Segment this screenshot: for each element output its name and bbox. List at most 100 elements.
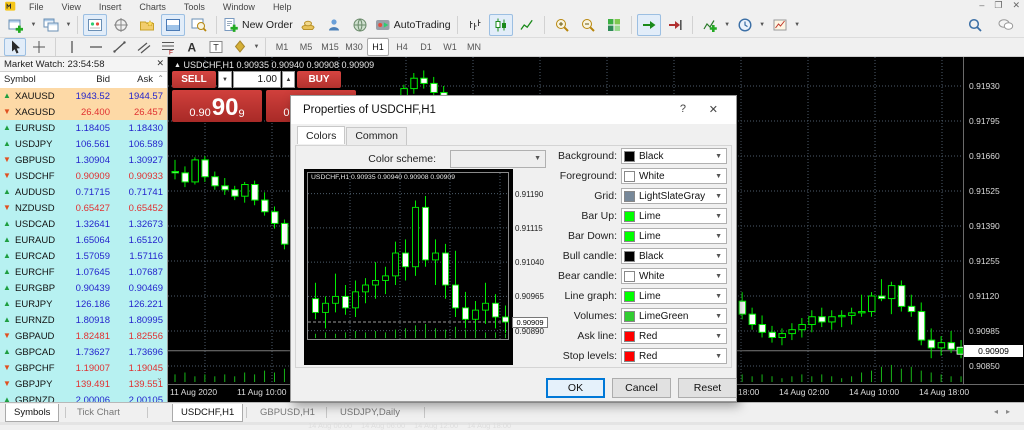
- arrows-button[interactable]: [229, 38, 251, 56]
- arrows-dropdown-icon[interactable]: ▼: [252, 37, 261, 57]
- reset-button[interactable]: Reset: [678, 378, 737, 398]
- tab-scroll-arrows[interactable]: ◂▸: [994, 407, 1018, 416]
- terminal-button[interactable]: [161, 14, 185, 36]
- chart-close-button[interactable]: ✕: [1012, 0, 1020, 11]
- periods-button[interactable]: [733, 14, 757, 36]
- new-chart-dropdown-icon[interactable]: ▼: [29, 15, 38, 35]
- tab-scroll-right-icon[interactable]: ▸: [1006, 407, 1018, 416]
- bar-chart-button[interactable]: [463, 14, 487, 36]
- profiles-dropdown-icon[interactable]: ▼: [64, 15, 73, 35]
- periods-dropdown-icon[interactable]: ▼: [758, 15, 767, 35]
- chart-minimize-button[interactable]: –: [979, 0, 984, 11]
- metaeditor-button[interactable]: [322, 14, 346, 36]
- zoom-out-button[interactable]: [576, 14, 600, 36]
- dialog-close-button[interactable]: ✕: [709, 103, 718, 116]
- field-select[interactable]: Lime ▼: [621, 208, 727, 224]
- equidistant-channel-button[interactable]: [133, 38, 155, 56]
- volume-up-icon[interactable]: ▲: [282, 71, 295, 88]
- cancel-button[interactable]: Cancel: [612, 378, 671, 398]
- panel-tab-symbols[interactable]: Symbols: [5, 404, 60, 422]
- chart-shift-button[interactable]: [663, 14, 687, 36]
- market-watch-close-icon[interactable]: ✕: [156, 58, 164, 69]
- fibonacci-button[interactable]: F: [157, 38, 179, 56]
- menu-file[interactable]: File: [20, 2, 53, 12]
- market-watch-row-eurjpy[interactable]: ▲ EURJPY 126.186 126.221: [0, 296, 167, 312]
- menu-charts[interactable]: Charts: [130, 2, 175, 12]
- col-ask[interactable]: Ask: [113, 74, 153, 85]
- field-select[interactable]: White ▼: [621, 168, 727, 184]
- dialog-help-button[interactable]: ?: [680, 103, 686, 115]
- timeframe-m5-button[interactable]: M5: [295, 38, 317, 56]
- scroll-down-icon[interactable]: ⌄: [156, 373, 163, 382]
- timeframe-d1-button[interactable]: D1: [415, 38, 437, 56]
- data-window-button[interactable]: [109, 14, 133, 36]
- market-watch-row-eurcad[interactable]: ▲ EURCAD 1.57059 1.57116: [0, 248, 167, 264]
- market-watch-row-nzdusd[interactable]: ▼ NZDUSD 0.65427 0.65452: [0, 200, 167, 216]
- volume-input[interactable]: 1.00: [233, 71, 281, 88]
- templates-button[interactable]: [768, 14, 792, 36]
- sell-button[interactable]: SELL: [172, 71, 216, 88]
- menu-tools[interactable]: Tools: [175, 2, 214, 12]
- dialog-tab-common[interactable]: Common: [346, 127, 407, 145]
- market-watch-row-gbpaud[interactable]: ▼ GBPAUD 1.82481 1.82556: [0, 328, 167, 344]
- indicators-dropdown-icon[interactable]: ▼: [723, 15, 732, 35]
- line-chart-button[interactable]: [515, 14, 539, 36]
- timeframe-m15-button[interactable]: M15: [319, 38, 341, 56]
- market-watch-row-xagusd[interactable]: ▼ XAGUSD 26.400 26.457: [0, 104, 167, 120]
- search-button[interactable]: [963, 14, 987, 36]
- field-select[interactable]: Lime ▼: [621, 288, 727, 304]
- timeframe-m1-button[interactable]: M1: [271, 38, 293, 56]
- crosshair-button[interactable]: [28, 38, 50, 56]
- timeframe-w1-button[interactable]: W1: [439, 38, 461, 56]
- market-watch-row-gbpjpy[interactable]: ▼ GBPJPY 139.491 139.551: [0, 376, 167, 392]
- menu-window[interactable]: Window: [214, 2, 264, 12]
- buy-button[interactable]: BUY: [297, 71, 341, 88]
- chart-tab-gbpusd-h1[interactable]: GBPUSD,H1: [252, 404, 323, 421]
- expert-advisors-button[interactable]: [296, 14, 320, 36]
- auto-scroll-button[interactable]: [636, 14, 661, 36]
- cursor-button[interactable]: [4, 38, 26, 56]
- market-watch-row-eurusd[interactable]: ▲ EURUSD 1.18405 1.18430: [0, 120, 167, 136]
- templates-dropdown-icon[interactable]: ▼: [793, 15, 802, 35]
- market-watch-row-gbpusd[interactable]: ▼ GBPUSD 1.30904 1.30927: [0, 152, 167, 168]
- market-watch-row-eurnzd[interactable]: ▲ EURNZD 1.80918 1.80995: [0, 312, 167, 328]
- zoom-in-button[interactable]: [550, 14, 574, 36]
- chat-button[interactable]: [994, 14, 1018, 36]
- field-select[interactable]: Red ▼: [621, 348, 727, 364]
- timeframe-h4-button[interactable]: H4: [391, 38, 413, 56]
- dialog-tab-colors[interactable]: Colors: [297, 126, 346, 144]
- col-bid[interactable]: Bid: [58, 74, 110, 85]
- menu-view[interactable]: View: [53, 2, 90, 12]
- market-watch-row-usdcad[interactable]: ▲ USDCAD 1.32641 1.32673: [0, 216, 167, 232]
- field-select[interactable]: Black ▼: [621, 148, 727, 164]
- candlestick-chart-button[interactable]: [488, 14, 513, 36]
- market-watch-row-usdjpy[interactable]: ▲ USDJPY 106.561 106.589: [0, 136, 167, 152]
- col-symbol[interactable]: Symbol: [4, 74, 36, 85]
- timeframe-m30-button[interactable]: M30: [343, 38, 365, 56]
- tile-windows-button[interactable]: [602, 14, 626, 36]
- tab-scroll-left-icon[interactable]: ◂: [994, 407, 1006, 416]
- market-watch-button[interactable]: [83, 14, 107, 36]
- field-select[interactable]: Lime ▼: [621, 228, 727, 244]
- mql5-community-button[interactable]: [348, 14, 372, 36]
- market-watch-row-eurchf[interactable]: ▲ EURCHF 1.07645 1.07687: [0, 264, 167, 280]
- volume-dropdown-icon[interactable]: ▼: [218, 71, 232, 88]
- autotrading-button[interactable]: AutoTrading: [374, 14, 452, 36]
- market-watch-row-gbpchf[interactable]: ▼ GBPCHF 1.19007 1.19045: [0, 360, 167, 376]
- navigator-button[interactable]: [135, 14, 159, 36]
- scroll-up-icon[interactable]: ⌃: [157, 74, 164, 83]
- collapse-arrow-icon[interactable]: ▲: [174, 62, 181, 69]
- strategy-tester-button[interactable]: [187, 14, 211, 36]
- field-select[interactable]: Black ▼: [621, 248, 727, 264]
- indicators-button[interactable]: [698, 14, 722, 36]
- text-label-button[interactable]: T: [205, 38, 227, 56]
- market-watch-row-usdchf[interactable]: ▼ USDCHF 0.90909 0.90933: [0, 168, 167, 184]
- profiles-button[interactable]: [39, 14, 63, 36]
- field-select[interactable]: LightSlateGray ▼: [621, 188, 727, 204]
- market-watch-row-xauusd[interactable]: ▲ XAUUSD 1943.52 1944.57: [0, 88, 167, 104]
- chart-tab-usdjpy-daily[interactable]: USDJPY,Daily: [332, 404, 408, 421]
- market-watch-row-gbpnzd[interactable]: ▲ GBPNZD 2.00006 2.00105: [0, 392, 167, 402]
- chart-tab-usdchf-h1[interactable]: USDCHF,H1: [172, 404, 244, 422]
- menu-insert[interactable]: Insert: [90, 2, 131, 12]
- field-select[interactable]: LimeGreen ▼: [621, 308, 727, 324]
